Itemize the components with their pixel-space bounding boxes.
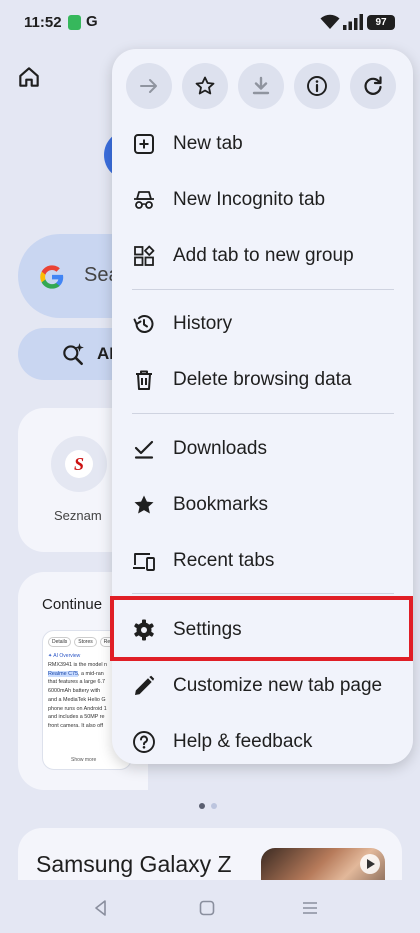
home-nav-icon[interactable]	[197, 898, 217, 918]
navigation-bar	[0, 880, 420, 933]
menu-item-label: Recent tabs	[173, 550, 275, 571]
menu-item-help-feedback[interactable]: Help & feedback	[112, 714, 413, 770]
menu-item-label: Bookmarks	[173, 494, 269, 515]
downloads-icon	[134, 440, 154, 459]
menu-divider	[132, 289, 394, 290]
shortcut-label: Seznam	[54, 508, 102, 523]
continue-label: Continue	[42, 596, 103, 613]
thumbnail-tab: Stores	[74, 637, 97, 647]
download-icon	[252, 76, 270, 95]
battery-icon: 97	[367, 15, 395, 30]
thumbnail-tab: Details	[48, 637, 72, 647]
status-time: 11:52	[24, 14, 62, 31]
menu-item-label: Help & feedback	[173, 731, 313, 752]
overflow-menu: New tab New Incognito tab Add tab to new…	[112, 49, 413, 764]
incognito-icon	[134, 191, 154, 209]
bookmark-button[interactable]	[182, 63, 228, 109]
menu-item-label: Downloads	[173, 438, 267, 459]
refresh-button[interactable]	[350, 63, 396, 109]
google-notification-icon: G	[86, 13, 98, 30]
history-icon	[133, 315, 154, 333]
bookmark-star-icon	[134, 495, 154, 514]
thumbnail-show-more: Show more	[71, 757, 97, 763]
menu-item-bookmarks[interactable]: Bookmarks	[112, 477, 413, 533]
menu-nav-icon[interactable]	[300, 898, 320, 918]
menu-item-label: Add tab to new group	[173, 245, 354, 266]
home-icon[interactable]	[16, 64, 42, 90]
menu-item-add-tab-to-group[interactable]: Add tab to new group	[112, 228, 413, 284]
pencil-icon	[135, 675, 155, 695]
menu-item-label: Delete browsing data	[173, 369, 352, 390]
back-nav-icon[interactable]	[91, 898, 111, 918]
new-tab-icon	[134, 134, 154, 154]
menu-item-label: New tab	[173, 133, 243, 154]
menu-item-downloads[interactable]: Downloads	[112, 421, 413, 477]
star-icon	[195, 76, 215, 95]
download-button[interactable]	[238, 63, 284, 109]
shortcut-seznam[interactable]: S	[51, 436, 107, 492]
menu-divider	[132, 413, 394, 414]
forward-icon	[140, 79, 157, 93]
pager-dot-active	[199, 803, 205, 809]
google-logo-icon	[40, 265, 64, 289]
gear-icon	[134, 619, 154, 641]
menu-divider	[132, 593, 394, 594]
thumbnail-highlight: Realme C75	[48, 670, 78, 677]
menu-item-label: History	[173, 313, 233, 334]
play-icon	[360, 854, 380, 874]
menu-item-history[interactable]: History	[112, 296, 413, 352]
menu-item-settings[interactable]: Settings	[112, 602, 413, 658]
menu-item-new-incognito-tab[interactable]: New Incognito tab	[112, 172, 413, 228]
menu-item-recent-tabs[interactable]: Recent tabs	[112, 533, 413, 589]
app-notification-icon	[68, 15, 81, 30]
tab-group-icon	[134, 245, 155, 266]
signal-icon	[343, 14, 363, 30]
forward-button[interactable]	[126, 63, 172, 109]
pager-dot	[211, 803, 217, 809]
ai-search-icon	[63, 343, 84, 366]
menu-item-delete-browsing-data[interactable]: Delete browsing data	[112, 352, 413, 408]
status-bar: 11:52 G 97	[0, 0, 420, 46]
menu-item-label: Settings	[173, 619, 242, 640]
menu-item-customize-new-tab-page[interactable]: Customize new tab page	[112, 658, 413, 714]
wifi-icon	[320, 14, 340, 29]
thumbnail-line-rest: , a mid-ran	[77, 670, 104, 677]
seznam-logo-icon: S	[65, 450, 93, 478]
menu-item-label: Customize new tab page	[173, 675, 383, 696]
devices-icon	[133, 553, 155, 571]
refresh-icon	[364, 76, 382, 95]
page-info-button[interactable]	[294, 63, 340, 109]
menu-item-label: New Incognito tab	[173, 189, 326, 210]
menu-item-new-tab[interactable]: New tab	[112, 116, 413, 172]
help-icon	[133, 731, 155, 753]
info-icon	[307, 76, 327, 96]
trash-icon	[136, 370, 152, 390]
